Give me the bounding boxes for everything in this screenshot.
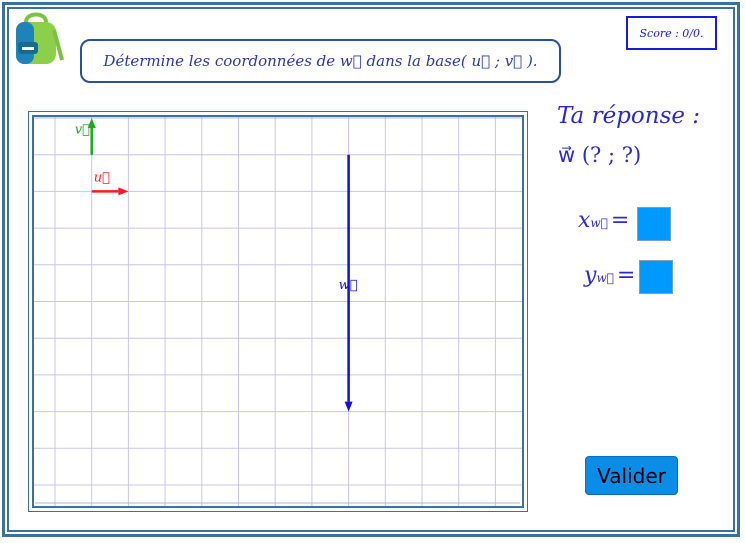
- score-display: Score : 0/0.: [626, 16, 717, 50]
- x-label-equals: =: [610, 208, 630, 233]
- vector-w-arrowhead: [344, 401, 353, 412]
- y-coordinate-input[interactable]: [639, 260, 673, 294]
- vector-v-label: v⃗: [75, 122, 90, 137]
- x-label-subscript: w⃗: [590, 216, 608, 230]
- backpack-icon: [16, 12, 64, 64]
- y-coordinate-label: yw⃗ =: [584, 263, 635, 288]
- y-label-text: y: [584, 263, 597, 288]
- answer-title: Ta réponse :: [557, 103, 701, 129]
- question-prompt: Détermine les coordonnées de w⃗ dans la …: [80, 39, 561, 83]
- vector-board: u⃗ v⃗ w⃗: [32, 115, 524, 508]
- vector-w: w⃗: [339, 154, 358, 412]
- vector-u-label: u⃗: [94, 170, 110, 185]
- y-label-equals: =: [616, 263, 636, 288]
- x-coordinate-input[interactable]: [637, 207, 671, 241]
- vector-u-arrowhead: [118, 187, 129, 196]
- vector-u: u⃗: [91, 170, 129, 196]
- vector-v: v⃗: [75, 118, 96, 155]
- board-canvas: u⃗ v⃗ w⃗: [34, 117, 522, 506]
- validate-button[interactable]: Valider: [585, 456, 678, 495]
- y-label-subscript: w⃗: [596, 271, 614, 285]
- answer-coordinates: w⃗ (? ; ?): [558, 143, 642, 167]
- x-coordinate-label: xw⃗ =: [578, 208, 629, 233]
- vector-w-label: w⃗: [339, 278, 358, 293]
- x-label-text: x: [578, 208, 591, 233]
